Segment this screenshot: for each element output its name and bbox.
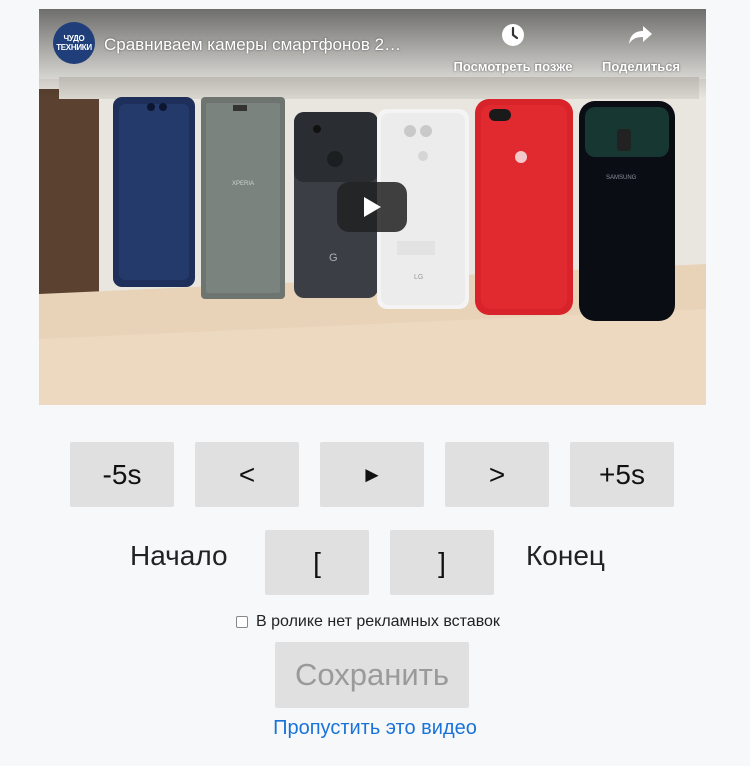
play-button[interactable]: ►: [320, 442, 424, 507]
video-player[interactable]: XPERIA G LG SAMSUNG ЧУДО ТЕХНИКИ Сравнив…: [39, 9, 706, 405]
skip-video-link[interactable]: Пропустить это видео: [0, 717, 750, 740]
rewind-5s-button[interactable]: -5s: [70, 442, 174, 507]
prev-frame-button[interactable]: <: [195, 442, 299, 507]
next-frame-button[interactable]: >: [445, 442, 549, 507]
start-label: Начало: [130, 540, 228, 571]
play-icon: [364, 197, 381, 217]
watch-later-button[interactable]: Посмотреть позже: [448, 23, 578, 74]
share-arrow-icon: [591, 23, 691, 51]
channel-logo-text: ЧУДО ТЕХНИКИ: [56, 34, 92, 52]
phone-samsung: SAMSUNG: [579, 101, 675, 321]
no-ads-checkbox[interactable]: [236, 616, 248, 628]
no-ads-checkbox-label: В ролике нет рекламных вставок: [256, 613, 500, 630]
share-label: Поделиться: [601, 59, 681, 74]
end-label: Конец: [526, 540, 605, 571]
svg-text:G: G: [329, 252, 338, 264]
mark-end-button[interactable]: ]: [390, 530, 494, 595]
phone-xperia: XPERIA: [201, 97, 285, 299]
video-play-button[interactable]: [337, 182, 407, 232]
watch-later-label: Посмотреть позже: [453, 59, 573, 74]
svg-text:XPERIA: XPERIA: [232, 181, 254, 187]
phone-iphone: [475, 99, 573, 315]
channel-logo[interactable]: ЧУДО ТЕХНИКИ: [53, 22, 95, 64]
svg-text:LG: LG: [414, 274, 423, 281]
video-title[interactable]: Сравниваем камеры смартфонов 2…: [104, 35, 444, 55]
forward-5s-button[interactable]: +5s: [570, 442, 674, 507]
svg-text:SAMSUNG: SAMSUNG: [606, 175, 637, 181]
mark-start-button[interactable]: [: [265, 530, 369, 595]
share-button[interactable]: Поделиться: [591, 23, 691, 74]
no-ads-checkbox-row[interactable]: В ролике нет рекламных вставок: [236, 612, 500, 632]
save-button[interactable]: Сохранить: [275, 642, 469, 708]
clock-icon: [448, 23, 578, 51]
phone-huawei: [113, 97, 195, 287]
